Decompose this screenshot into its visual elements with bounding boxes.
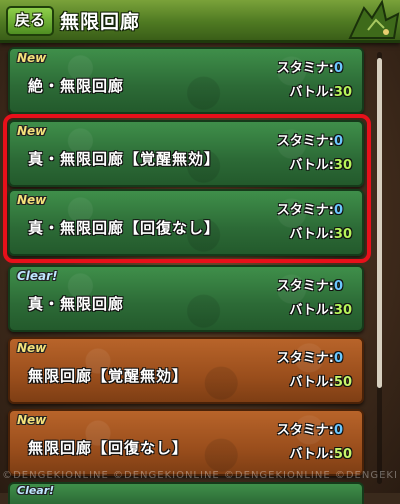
stamina-cost: スタミナ:0 [276, 423, 344, 438]
dungeon-row-shin-mugen[interactable]: Clear! 真・無限回廊 スタミナ:0 バトル:30 [8, 265, 364, 332]
stamina-cost: スタミナ:0 [276, 203, 344, 218]
new-badge: New [17, 124, 47, 138]
header-bar: 戻る 無限回廊 [0, 0, 400, 43]
scrollbar-thumb[interactable] [377, 58, 382, 388]
stamina-cost: スタミナ:0 [276, 279, 344, 294]
stamina-cost: スタミナ:0 [276, 351, 344, 366]
battle-count: バトル:30 [289, 158, 352, 173]
page-title: 無限回廊 [60, 11, 141, 33]
dungeon-name: 無限回廊【回復なし】 [28, 439, 189, 457]
battle-count: バトル:30 [289, 303, 352, 318]
dungeon-name: 真・無限回廊【回復なし】 [28, 219, 221, 237]
dungeon-row-shin-kakusei-mukou[interactable]: New 真・無限回廊【覚醒無効】 スタミナ:0 バトル:30 [8, 120, 364, 187]
clear-badge: Clear! [17, 484, 55, 497]
new-badge: New [17, 51, 47, 65]
dungeon-row-partial[interactable]: Clear! [8, 482, 364, 504]
battle-count: バトル:50 [289, 447, 352, 462]
dungeon-row-kaifuku-nashi[interactable]: New 無限回廊【回復なし】 スタミナ:0 バトル:50 [8, 409, 364, 476]
dragon-ornament-icon [348, 0, 400, 39]
stamina-cost: スタミナ:0 [276, 134, 344, 149]
dungeon-name: 真・無限回廊 [28, 295, 125, 313]
battle-count: バトル:50 [289, 375, 352, 390]
dungeon-name: 無限回廊【覚醒無効】 [28, 367, 189, 385]
dungeon-name: 真・無限回廊【覚醒無効】 [28, 150, 221, 168]
battle-count: バトル:30 [289, 227, 352, 242]
back-button[interactable]: 戻る [6, 6, 54, 36]
battle-count: バトル:30 [289, 85, 352, 100]
new-badge: New [17, 193, 47, 207]
dungeon-row-kakusei-mukou[interactable]: New 無限回廊【覚醒無効】 スタミナ:0 バトル:50 [8, 337, 364, 404]
dungeon-name: 絶・無限回廊 [28, 77, 125, 95]
stamina-cost: スタミナ:0 [276, 61, 344, 76]
watermark-text: ©DENGEKIONLINE ©DENGEKIONLINE ©DENGEKION… [2, 470, 398, 481]
new-badge: New [17, 413, 47, 427]
new-badge: New [17, 341, 47, 355]
dungeon-row-zetsu-mugen[interactable]: New 絶・無限回廊 スタミナ:0 バトル:30 [8, 47, 364, 114]
dungeon-row-shin-kaifuku-nashi[interactable]: New 真・無限回廊【回復なし】 スタミナ:0 バトル:30 [8, 189, 364, 256]
clear-badge: Clear! [17, 269, 58, 283]
